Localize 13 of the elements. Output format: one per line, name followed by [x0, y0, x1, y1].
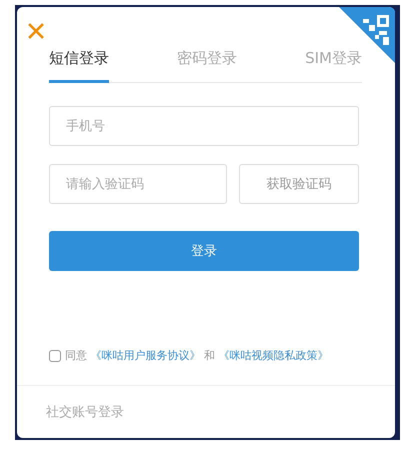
agreement-link[interactable]: 《咪咕用户服务协议》 [90, 349, 200, 362]
login-tab[interactable]: 密码登录 [177, 49, 238, 83]
agreement-text: 同意 《咪咕用户服务协议》 和 《咪咕视频隐私政策》 [65, 348, 328, 363]
get-code-button[interactable]: 获取验证码 [239, 164, 359, 204]
agreement-checkbox[interactable] [49, 350, 61, 362]
close-icon[interactable] [28, 23, 44, 39]
agreement-link[interactable]: 《咪咕视频隐私政策》 [218, 349, 328, 362]
login-tab[interactable]: SIM登录 [305, 49, 362, 83]
verification-code-field[interactable]: 请输入验证码 [49, 164, 227, 204]
social-login-label[interactable]: 社交账号登录 [46, 405, 124, 420]
phone-number-field[interactable]: 手机号 [49, 106, 359, 146]
login-tab[interactable]: 短信登录 [49, 49, 109, 83]
login-button[interactable]: 登录 [49, 231, 359, 271]
